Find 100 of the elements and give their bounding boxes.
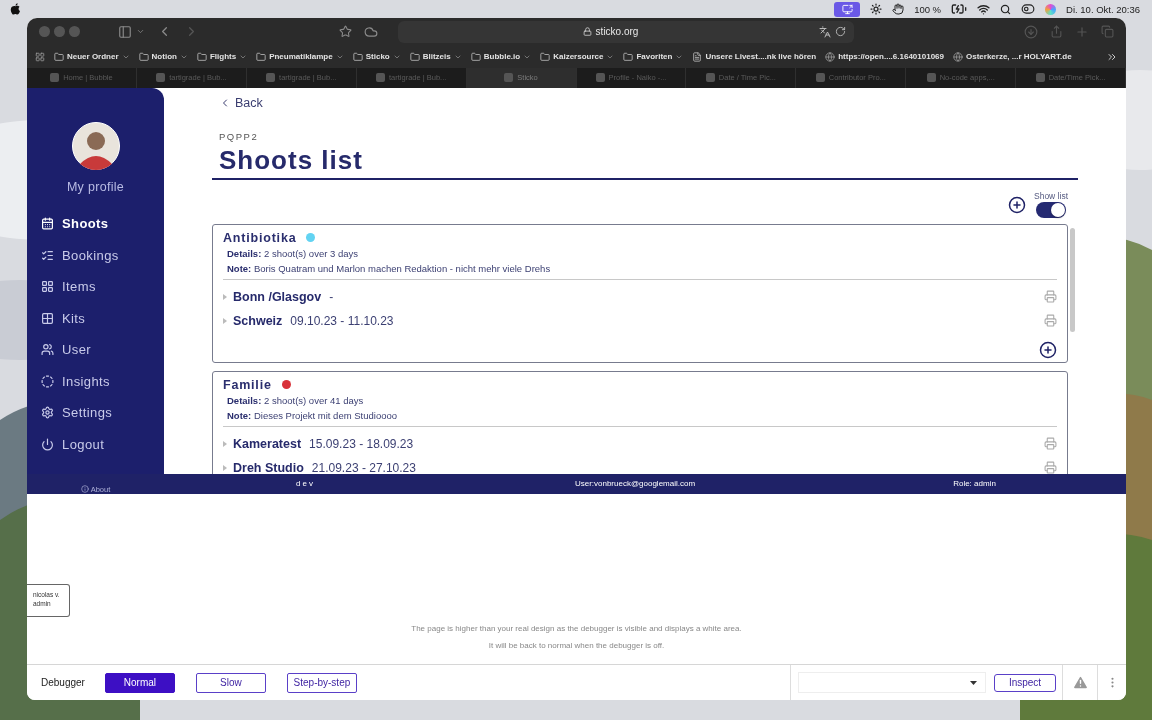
tab-favicon-icon	[815, 73, 825, 83]
bookmark[interactable]: Kaizersource	[540, 51, 615, 62]
caret-icon[interactable]	[223, 293, 227, 300]
mode-button[interactable]: Step-by-step	[286, 672, 357, 693]
project-details: Details: 2 shoot(s) over 3 days	[227, 246, 359, 261]
back-link[interactable]: Back	[219, 93, 263, 112]
nav-item[interactable]: Items	[27, 270, 164, 303]
tab-favicon-icon	[50, 73, 60, 83]
siri-icon[interactable]	[1045, 3, 1057, 15]
bookmark[interactable]: Notion	[138, 51, 188, 62]
bookmark[interactable]: Favoriten	[623, 51, 684, 62]
checklist-icon	[41, 248, 54, 262]
bookmark[interactable]: Flights	[196, 51, 248, 62]
debugger-notice: It will be back to normal when the debugger is off.	[488, 639, 665, 651]
battery-percentage: 100 %	[914, 3, 942, 15]
control-center-icon[interactable]	[1021, 2, 1036, 16]
mode-button[interactable]: Slow	[195, 672, 266, 693]
nav-item[interactable]: Bookings	[27, 239, 164, 271]
globe-icon	[825, 51, 836, 62]
caret-icon[interactable]	[223, 317, 227, 324]
warning-icon[interactable]	[1071, 674, 1089, 692]
settings-icon	[41, 406, 54, 419]
wifi-icon[interactable]	[977, 2, 991, 16]
sidebar-icon[interactable]	[118, 24, 132, 39]
nav-item[interactable]: User	[27, 333, 164, 366]
bookmark[interactable]: Unsere Livest....nk live hören	[692, 51, 817, 62]
sun-icon[interactable]	[870, 3, 883, 15]
ring-icon	[41, 374, 54, 388]
bookmark[interactable]: https://open....6.1640101069	[825, 51, 944, 62]
caret-icon	[970, 680, 977, 685]
lock-icon	[582, 27, 592, 37]
download-icon[interactable]	[1024, 24, 1038, 39]
mode-button[interactable]: Normal	[104, 672, 175, 693]
shoot-dates: 21.09.23 - 27.10.23	[311, 460, 416, 474]
bookmark[interactable]: Osterkerze, ...r HOLYART.de	[953, 51, 1072, 62]
users-icon	[41, 343, 54, 356]
caret-icon[interactable]	[223, 440, 227, 447]
calendar-icon	[41, 217, 54, 230]
hand-icon[interactable]	[892, 3, 905, 15]
cloud-icon[interactable]	[364, 24, 378, 39]
bookmark[interactable]: Sticko	[352, 51, 401, 62]
battery-icon[interactable]	[951, 1, 968, 17]
bookmark[interactable]: Neuer Ordner	[54, 51, 130, 62]
bookmark[interactable]: Pneumatiklampe	[256, 51, 344, 62]
scrollbar[interactable]	[1070, 227, 1075, 332]
translate-icon[interactable]	[819, 25, 831, 38]
tab-favicon-icon	[504, 73, 514, 83]
project-note: Note: Boris Quatram und Marlon machen Redaktion - nicht mehr viele Drehs	[227, 261, 552, 276]
menu-clock[interactable]: Di. 10. Okt. 20:36	[1066, 3, 1140, 15]
info-icon	[80, 485, 89, 494]
add-icon[interactable]	[1039, 340, 1057, 359]
bookmark[interactable]: Bubble.io	[470, 51, 532, 62]
folder-icon	[352, 51, 363, 62]
caret-icon[interactable]	[223, 464, 227, 471]
print-icon[interactable]	[1044, 314, 1057, 328]
project-name: Antibiotika	[223, 230, 297, 245]
show-list-toggle[interactable]	[1036, 202, 1066, 219]
toggle-label: Show list	[1034, 191, 1068, 202]
shoot-name[interactable]: Bonn /Glasgov	[233, 289, 322, 304]
debugger-label: Debugger	[41, 677, 85, 689]
grid-icon[interactable]	[35, 51, 45, 62]
bookmark[interactable]: Blitzeis	[409, 51, 462, 62]
debugger-notice: The page is higher than your real design as the debugger is visible and displays a white area.	[411, 622, 742, 634]
address-field[interactable]: sticko.org	[398, 20, 854, 43]
folder-icon	[409, 51, 420, 62]
shoot-dates: -	[329, 289, 334, 304]
search-icon[interactable]	[1000, 3, 1012, 15]
nav-item[interactable]: Kits	[27, 302, 164, 334]
avatar[interactable]	[71, 121, 120, 170]
apple-icon[interactable]	[10, 2, 21, 16]
inspect-button[interactable]: Inspect	[994, 673, 1056, 692]
shoot-name[interactable]: Dreh Studio	[233, 460, 304, 474]
print-icon[interactable]	[1044, 437, 1057, 451]
shoot-name[interactable]: Schweiz	[233, 313, 283, 328]
nav-item[interactable]: Insights	[27, 365, 164, 397]
tab-favicon-icon	[1035, 73, 1045, 83]
project-details: Details: 2 shoot(s) over 41 days	[227, 393, 365, 408]
tabs-icon[interactable]	[1101, 25, 1114, 39]
reload-icon[interactable]	[835, 26, 846, 38]
print-icon[interactable]	[1044, 290, 1057, 304]
user-email: User:vonbrueck@googlemail.com	[574, 479, 696, 489]
star-icon[interactable]	[339, 25, 352, 39]
power-icon	[41, 437, 54, 451]
minimize-icon[interactable]	[54, 26, 65, 38]
print-icon[interactable]	[1044, 461, 1057, 474]
folder-icon	[470, 51, 481, 62]
profile-link[interactable]: My profile	[66, 179, 125, 194]
zoom-icon[interactable]	[69, 26, 80, 38]
nav-item[interactable]: Settings	[27, 396, 164, 429]
shoot-name[interactable]: Kameratest	[233, 436, 302, 451]
close-icon[interactable]	[39, 26, 50, 38]
nav-item[interactable]: Logout	[27, 428, 164, 460]
plus-icon[interactable]	[1075, 24, 1089, 39]
add-icon[interactable]	[1008, 195, 1026, 214]
user-role: Role: admin	[953, 479, 996, 489]
folder-icon	[623, 51, 634, 62]
shoot-dates: 09.10.23 - 11.10.23	[290, 313, 394, 328]
share-icon[interactable]	[1050, 25, 1063, 39]
nav-item[interactable]: Shoots	[27, 207, 164, 240]
tab-favicon-icon	[266, 73, 276, 83]
